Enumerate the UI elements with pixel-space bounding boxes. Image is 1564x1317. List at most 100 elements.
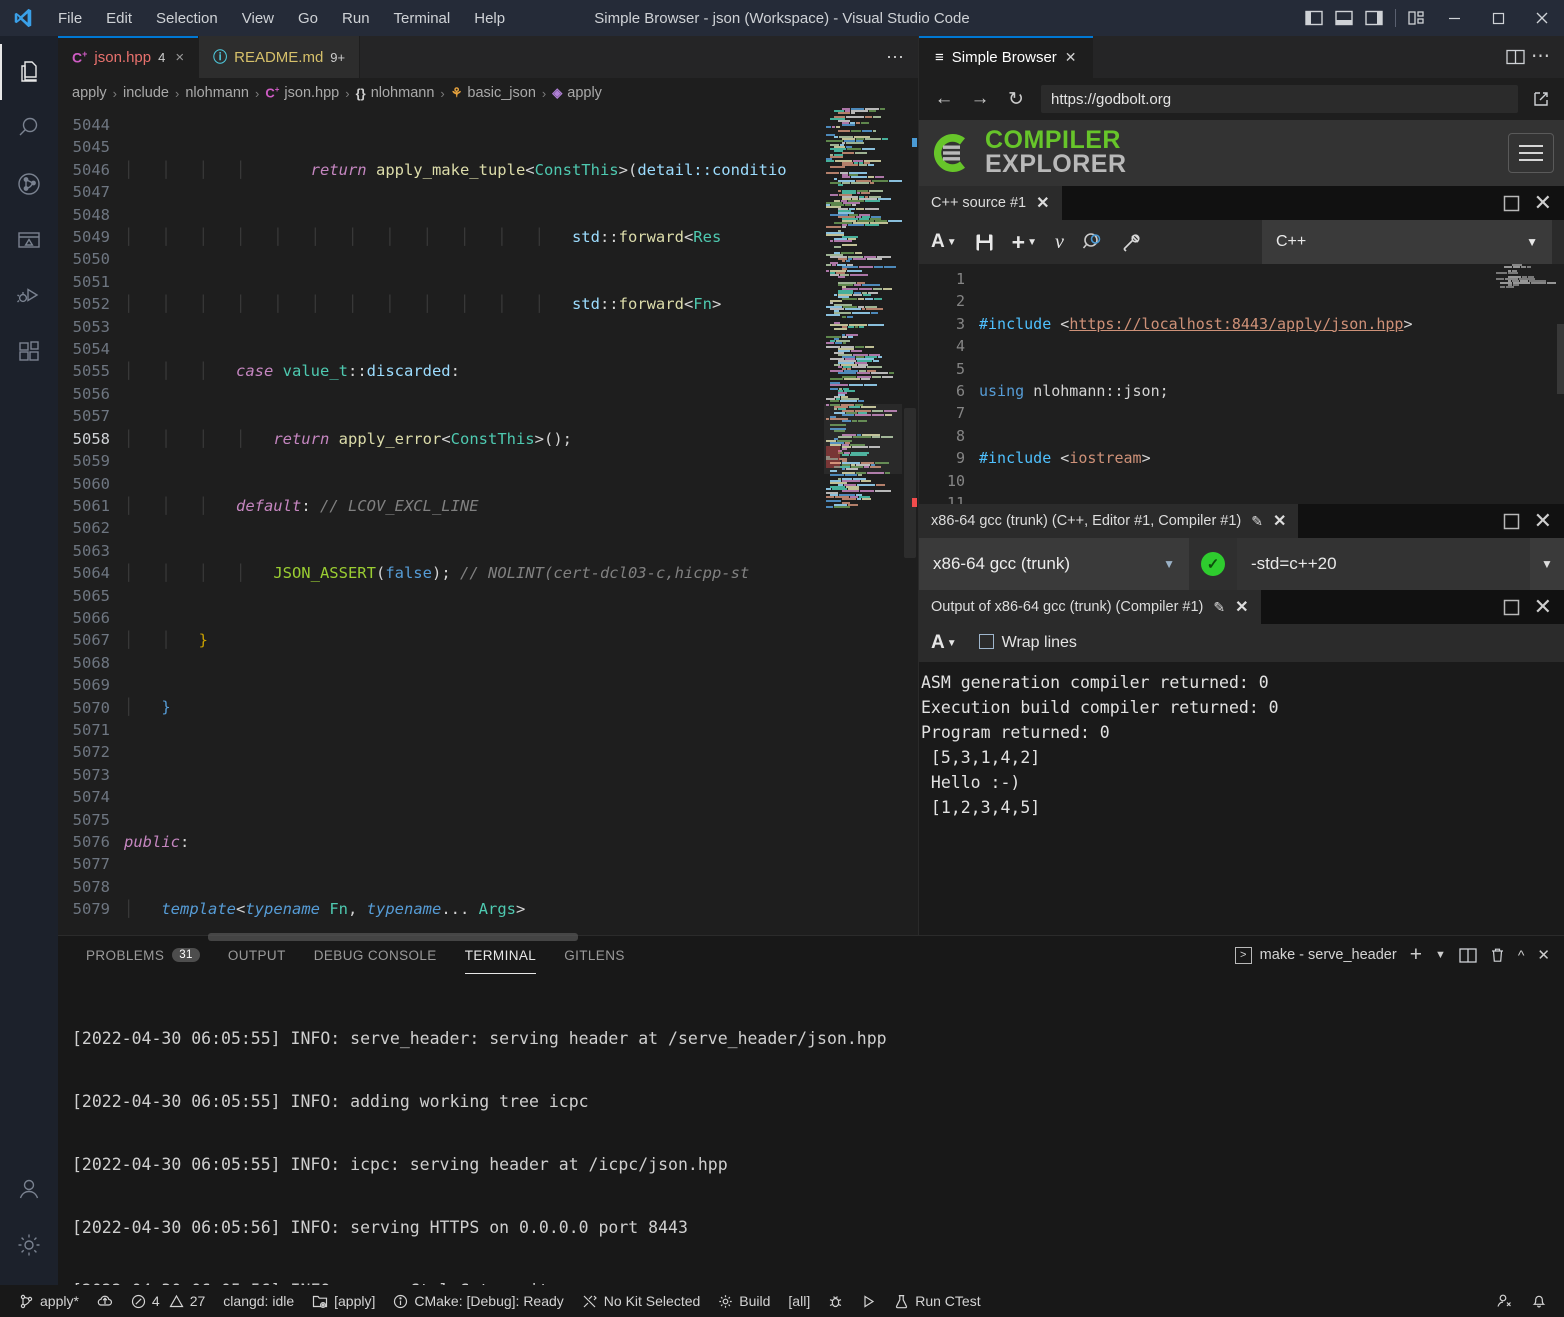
toggle-panel-icon[interactable] xyxy=(1329,1,1359,35)
breadcrumb-item-class-basic-json[interactable]: ⚘basic_json xyxy=(451,85,536,101)
maximize-icon[interactable] xyxy=(1503,599,1520,616)
status-ctest[interactable]: Run CTest xyxy=(885,1285,989,1317)
terminal-dropdown-icon[interactable]: ▼ xyxy=(1435,949,1446,961)
close-icon[interactable]: ✕ xyxy=(1534,599,1552,615)
status-launch[interactable] xyxy=(852,1285,885,1317)
status-cmake-folder[interactable]: [apply] xyxy=(303,1285,384,1317)
status-cmake[interactable]: CMake: [Debug]: Ready xyxy=(384,1285,572,1317)
sidebar-item-source-control[interactable] xyxy=(0,156,58,212)
breadcrumb-item-method-apply[interactable]: ◈apply xyxy=(552,85,602,101)
sidebar-item-run-and-debug[interactable] xyxy=(0,268,58,324)
menu-file[interactable]: File xyxy=(46,6,94,31)
ce-source-tab-close-icon[interactable]: ✕ xyxy=(1036,193,1049,213)
status-build[interactable]: Build xyxy=(709,1285,779,1317)
editor-horizontal-scrollbar[interactable] xyxy=(58,932,918,935)
sidebar-item-explorer[interactable] xyxy=(0,44,58,100)
kill-terminal-icon[interactable] xyxy=(1490,947,1505,963)
more-actions-icon[interactable]: ⋯ xyxy=(1531,51,1550,63)
breadcrumb-item-json-hpp[interactable]: C+json.hpp xyxy=(265,85,339,101)
maximize-icon[interactable] xyxy=(1503,195,1520,212)
code-editor[interactable]: 5044 5045 5046 5047 5048 5049 5050 5051 … xyxy=(58,108,918,932)
menu-run[interactable]: Run xyxy=(330,6,382,31)
ce-source-code[interactable]: 1 2 3 4 5 6 7 8 9 10 11 xyxy=(919,264,1564,504)
ce-compiler-tab[interactable]: x86-64 gcc (trunk) (C++, Editor #1, Comp… xyxy=(919,504,1298,538)
status-clangd[interactable]: clangd: idle xyxy=(214,1285,303,1317)
minimize-icon[interactable] xyxy=(1432,1,1476,35)
browser-forward-icon[interactable]: → xyxy=(969,88,991,110)
open-external-icon[interactable] xyxy=(1532,90,1550,108)
code-content[interactable]: │ │ │ │ return apply_make_tuple<ConstThi… xyxy=(124,108,824,932)
ce-source-tab[interactable]: C++ source #1 ✕ xyxy=(919,186,1062,220)
status-branch[interactable]: apply* xyxy=(10,1285,88,1317)
ce-language-select[interactable]: C++ ▼ xyxy=(1262,220,1552,264)
editor-vertical-scrollbar[interactable] xyxy=(902,108,918,932)
ce-compiler-tab-close-icon[interactable]: ✕ xyxy=(1273,511,1286,531)
ce-code-content[interactable]: #include <https://localhost:8443/apply/j… xyxy=(975,264,1494,504)
gear-icon[interactable] xyxy=(0,1217,58,1273)
font-size-icon[interactable]: A▼ xyxy=(931,231,957,253)
menu-help[interactable]: Help xyxy=(462,6,517,31)
status-sync[interactable] xyxy=(88,1285,122,1317)
status-problems[interactable]: 4 27 xyxy=(122,1285,214,1317)
tab-gitlens[interactable]: GITLENS xyxy=(550,936,639,974)
breadcrumb-item-nlohmann[interactable]: nlohmann xyxy=(185,85,249,101)
ce-output-tab[interactable]: Output of x86-64 gcc (trunk) (Compiler #… xyxy=(919,590,1261,624)
sidebar-item-testing[interactable] xyxy=(0,212,58,268)
font-size-icon[interactable]: A▼ xyxy=(931,632,957,654)
tab-debug-console[interactable]: DEBUG CONSOLE xyxy=(300,936,451,974)
split-editor-icon[interactable] xyxy=(1506,49,1525,65)
close-icon[interactable] xyxy=(1520,1,1564,35)
status-debug[interactable] xyxy=(819,1285,852,1317)
compiler-explorer-logo[interactable]: COMPILER EXPLORER xyxy=(929,129,1127,177)
hamburger-menu-icon[interactable] xyxy=(1508,133,1554,173)
save-icon[interactable] xyxy=(975,233,994,252)
ce-compiler-options-input[interactable]: -std=c++20 xyxy=(1237,538,1530,590)
account-icon[interactable] xyxy=(0,1161,58,1217)
editor-more-actions-icon[interactable]: ⋯ xyxy=(886,36,918,78)
active-terminal-chip[interactable]: > make - serve_header xyxy=(1235,947,1397,964)
tools-icon[interactable] xyxy=(1121,232,1142,253)
tab-json-hpp[interactable]: C+ json.hpp 4 × xyxy=(58,36,199,78)
tab-simple-browser[interactable]: ≡ Simple Browser ✕ xyxy=(919,36,1093,78)
tab-problems[interactable]: PROBLEMS 31 xyxy=(72,936,214,974)
customize-layout-icon[interactable] xyxy=(1402,1,1432,35)
maximize-panel-icon[interactable]: ^ xyxy=(1518,947,1525,963)
ce-output-tab-close-icon[interactable]: ✕ xyxy=(1235,597,1248,617)
pencil-icon[interactable]: ✎ xyxy=(1213,599,1225,616)
status-notifications[interactable] xyxy=(1522,1285,1556,1317)
toggle-secondary-sidebar-icon[interactable] xyxy=(1359,1,1389,35)
toggle-primary-sidebar-icon[interactable] xyxy=(1299,1,1329,35)
maximize-icon[interactable] xyxy=(1503,513,1520,530)
sidebar-item-search[interactable] xyxy=(0,100,58,156)
tab-close-icon[interactable]: × xyxy=(175,49,184,66)
wrap-lines-checkbox[interactable]: Wrap lines xyxy=(979,634,1077,652)
ce-compiler-select[interactable]: x86-64 gcc (trunk) ▼ xyxy=(919,538,1189,590)
ce-minimap[interactable] xyxy=(1494,264,1564,504)
terminal-output[interactable]: [2022-04-30 06:05:55] INFO: serve_header… xyxy=(58,974,1564,1285)
close-icon[interactable]: ✕ xyxy=(1534,195,1552,211)
sidebar-item-extensions[interactable] xyxy=(0,324,58,380)
maximize-icon[interactable] xyxy=(1476,1,1520,35)
browser-back-icon[interactable]: ← xyxy=(933,88,955,110)
breadcrumb-item-namespace-nlohmann[interactable]: {}nlohmann xyxy=(356,85,435,101)
split-terminal-icon[interactable] xyxy=(1459,948,1477,963)
close-panel-icon[interactable]: ✕ xyxy=(1537,946,1550,964)
search-icon[interactable] xyxy=(1082,232,1103,253)
browser-tab-close-icon[interactable]: ✕ xyxy=(1065,49,1077,66)
browser-reload-icon[interactable]: ↻ xyxy=(1005,88,1027,111)
menu-go[interactable]: Go xyxy=(286,6,330,31)
vim-mode-icon[interactable]: v xyxy=(1055,231,1064,254)
pencil-icon[interactable]: ✎ xyxy=(1251,513,1263,530)
status-build-target[interactable]: [all] xyxy=(779,1285,819,1317)
menu-terminal[interactable]: Terminal xyxy=(382,6,463,31)
close-icon[interactable]: ✕ xyxy=(1534,513,1552,529)
ce-options-dropdown-icon[interactable]: ▼ xyxy=(1530,538,1564,590)
browser-url-input[interactable]: https://godbolt.org xyxy=(1041,85,1518,113)
new-terminal-icon[interactable]: + xyxy=(1410,948,1422,962)
menu-view[interactable]: View xyxy=(230,6,286,31)
tab-output[interactable]: OUTPUT xyxy=(214,936,300,974)
editor-minimap[interactable] xyxy=(824,108,902,932)
breadcrumb-item-apply[interactable]: apply xyxy=(72,85,107,101)
menu-selection[interactable]: Selection xyxy=(144,6,230,31)
menu-edit[interactable]: Edit xyxy=(94,6,144,31)
